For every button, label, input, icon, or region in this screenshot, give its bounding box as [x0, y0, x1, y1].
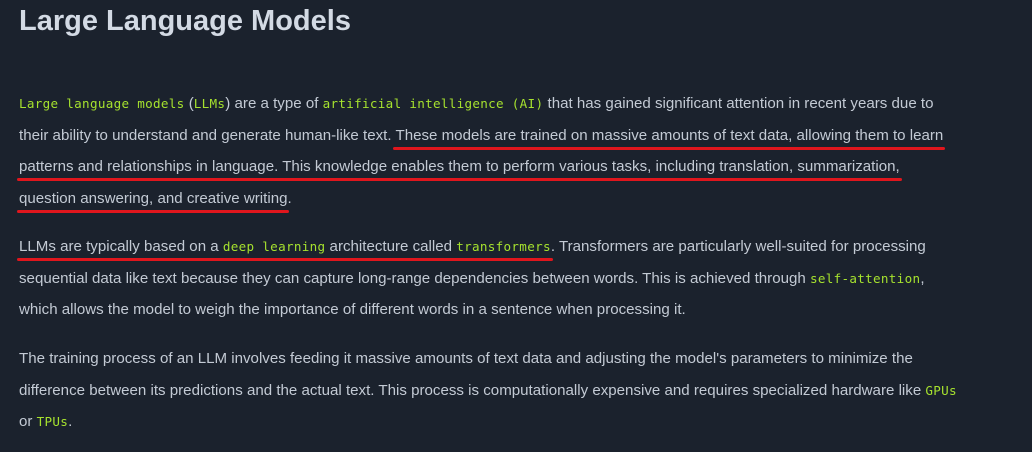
code-term: Large language models: [19, 96, 185, 111]
text-line: sequential data like text because they c…: [19, 263, 1029, 295]
text-line: The training process of an LLM involves …: [19, 343, 1029, 375]
text-span: that has gained significant attention in…: [543, 95, 934, 112]
code-term: artificial intelligence (AI): [322, 96, 544, 111]
text-span: sequential data like text because they c…: [19, 269, 810, 287]
text-span: ,: [920, 269, 925, 287]
code-term: TPUs: [36, 414, 69, 429]
text-span: architecture called: [325, 238, 457, 255]
text-span: LLMs are typically based on a: [19, 238, 223, 255]
text-span: . Transformers are particularly well-sui…: [550, 238, 926, 255]
text-line: their ability to understand and generate…: [19, 120, 1029, 152]
text-line: difference between its predictions and t…: [19, 375, 1029, 407]
red-underline-annotation: patterns and relationships in language. …: [19, 158, 900, 175]
text-span: .: [68, 413, 73, 430]
text-span: (: [184, 95, 194, 112]
code-term: GPUs: [925, 382, 957, 398]
paragraph-intro: Large language models (LLMs) are a type …: [19, 88, 1029, 214]
text-span: .: [287, 189, 292, 207]
code-term: LLMs: [193, 96, 226, 111]
text-span: which allows the model to weigh the impo…: [19, 301, 686, 318]
text-line: patterns and relationships in language. …: [19, 151, 1029, 183]
red-underline-annotation: These models are trained on massive amou…: [395, 126, 944, 144]
code-term: deep learning: [222, 239, 326, 254]
paragraph-architecture: LLMs are typically based on a deep learn…: [19, 231, 1029, 326]
red-underline-annotation: question answering, and creative writing: [19, 189, 288, 207]
paragraph-training: The training process of an LLM involves …: [19, 343, 1029, 438]
text-line: or TPUs.: [19, 406, 1029, 438]
text-line: question answering, and creative writing…: [19, 183, 1029, 215]
text-line: LLMs are typically based on a deep learn…: [19, 231, 1029, 263]
text-line: Large language models (LLMs) are a type …: [19, 88, 1029, 120]
red-underline-annotation: LLMs are typically based on a deep learn…: [19, 238, 551, 255]
text-line: which allows the model to weigh the impo…: [19, 294, 1029, 326]
page-title: Large Language Models: [19, 5, 351, 37]
article: Large Language Models Large language mod…: [0, 0, 1032, 452]
code-term: transformers: [456, 239, 551, 254]
text-span: difference between its predictions and t…: [19, 381, 926, 399]
text-span: The training process of an LLM involves …: [19, 350, 913, 367]
text-span: their ability to understand and generate…: [19, 126, 396, 144]
text-span: ) are a type of: [225, 95, 323, 112]
text-span: or: [19, 413, 37, 430]
code-term: self-attention: [809, 270, 921, 286]
